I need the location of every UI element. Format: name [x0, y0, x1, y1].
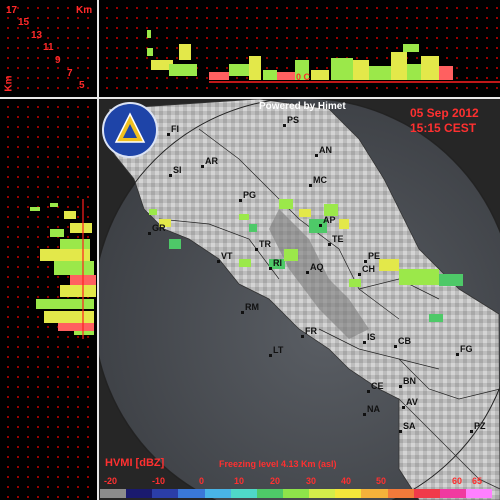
color-scale-swatch: [439, 489, 466, 498]
city-pg: PG: [238, 190, 257, 202]
radar-map: Powered by Himet 05 Sep 2012 15:15 CEST …: [99, 99, 500, 500]
city-ap: AP: [319, 215, 336, 227]
color-scale-swatch: [256, 489, 283, 498]
city-fr: FR: [301, 326, 317, 338]
map-background: [99, 99, 500, 500]
city-fg: FG: [456, 344, 473, 356]
height-tick-17: 17: [6, 5, 18, 16]
height-tick-7: 7: [67, 68, 73, 79]
city-aq: AQ: [306, 262, 324, 274]
color-scale-swatch: [335, 489, 362, 498]
city-ch: CH: [358, 264, 375, 276]
city-ce: CE: [367, 381, 384, 393]
city-rm: RM: [241, 302, 259, 314]
radar-time: 15:15 CEST: [410, 121, 477, 135]
city-pe: PE: [363, 251, 381, 263]
height-tick-11: 11: [43, 42, 54, 53]
height-unit: Km: [76, 5, 93, 16]
city-mc: MC: [309, 175, 327, 187]
height-axis-panel: 17 Km 15 13 11 9 7 5 Km: [0, 0, 97, 97]
city-sa: SA: [399, 421, 416, 433]
city-vt: VT: [217, 251, 233, 263]
city-ri: RI: [269, 258, 282, 270]
product-label: HVMI [dBZ]: [105, 457, 165, 469]
vertical-profile-left: [0, 99, 97, 500]
color-scale-swatch: [361, 489, 388, 498]
color-scale-swatch: [100, 489, 127, 498]
city-lt: LT: [268, 345, 284, 357]
city-pz: PZ: [470, 421, 486, 433]
freezing-marker: 0 C: [296, 72, 311, 82]
vertical-profile-top: 0 C: [99, 0, 500, 97]
color-scale-swatch: [282, 489, 310, 498]
color-scale-swatch: [152, 489, 179, 498]
height-tick-15: 15: [18, 17, 30, 28]
color-scale-swatch: [465, 489, 493, 498]
color-scale-swatch: [126, 489, 153, 498]
color-scale-bar: [100, 489, 493, 498]
civil-protection-logo: [102, 102, 158, 158]
radar-date: 05 Sep 2012: [410, 106, 479, 120]
city-bn: BN: [399, 376, 416, 388]
height-tick-9: 9: [55, 55, 61, 66]
color-scale-swatch: [387, 489, 414, 498]
color-scale-swatch: [178, 489, 205, 498]
height-tick-5: 5: [79, 80, 85, 91]
city-fi: FI: [167, 124, 179, 136]
city-cb: CB: [394, 336, 411, 348]
color-scale-swatch: [413, 489, 440, 498]
logo-emblem-icon: [114, 112, 146, 143]
city-si: SI: [169, 165, 182, 177]
city-te: TE: [328, 234, 344, 246]
city-tr: TR: [255, 239, 271, 251]
left-profile-echoes: [30, 199, 96, 339]
color-scale-swatch: [309, 489, 336, 498]
color-scale-swatch: [204, 489, 231, 498]
city-na: NA: [363, 404, 380, 416]
city-an: AN: [315, 145, 332, 157]
freezing-level: Freezing level 4.13 Km (asl): [219, 459, 337, 469]
city-gr: GR: [148, 223, 166, 235]
top-profile-echoes: [147, 30, 500, 83]
city-ar: AR: [201, 156, 218, 168]
city-av: AV: [402, 397, 418, 409]
powered-by: Powered by Himet: [259, 101, 346, 112]
height-tick-13: 13: [31, 30, 43, 41]
color-scale-swatch: [230, 489, 257, 498]
city-ps: PS: [282, 115, 300, 127]
city-is: IS: [363, 332, 376, 344]
height-unit-vertical: Km: [3, 75, 15, 92]
